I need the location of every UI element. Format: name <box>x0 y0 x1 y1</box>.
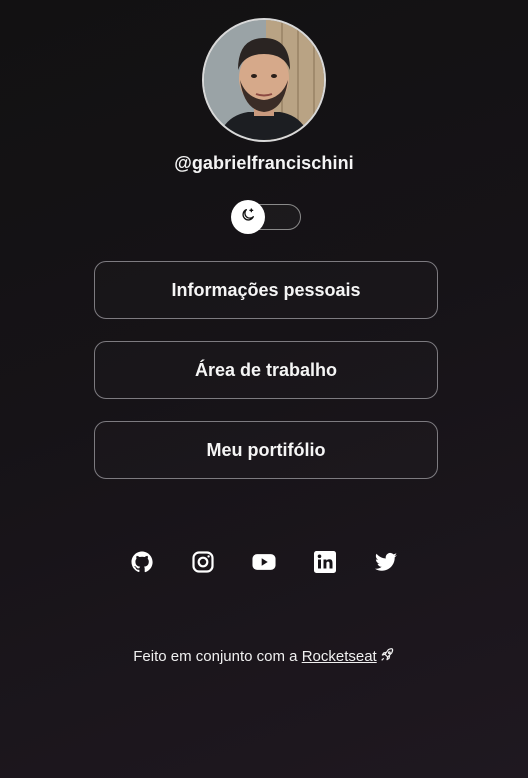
instagram-icon[interactable] <box>191 550 215 574</box>
link-workspace[interactable]: Área de trabalho <box>94 341 438 399</box>
link-list: Informações pessoais Área de trabalho Me… <box>94 261 438 501</box>
link-portfolio[interactable]: Meu portifólio <box>94 421 438 479</box>
avatar <box>202 18 326 142</box>
profile: @gabrielfrancischini <box>0 18 528 174</box>
rocket-icon <box>379 647 395 667</box>
footer: Feito em conjunto com a Rocketseat <box>0 647 528 667</box>
moon-stars-icon <box>240 207 256 228</box>
theme-toggle-knob[interactable] <box>231 200 265 234</box>
twitter-icon[interactable] <box>374 550 398 574</box>
link-personal-info[interactable]: Informações pessoais <box>94 261 438 319</box>
theme-toggle[interactable] <box>231 200 301 234</box>
footer-text: Feito em conjunto com a <box>133 648 302 665</box>
github-icon[interactable] <box>130 550 154 574</box>
username: @gabrielfrancischini <box>174 153 354 173</box>
linkedin-icon[interactable] <box>313 550 337 574</box>
youtube-icon[interactable] <box>252 550 276 574</box>
rocketseat-link[interactable]: Rocketseat <box>302 648 377 665</box>
social-links <box>0 550 528 574</box>
